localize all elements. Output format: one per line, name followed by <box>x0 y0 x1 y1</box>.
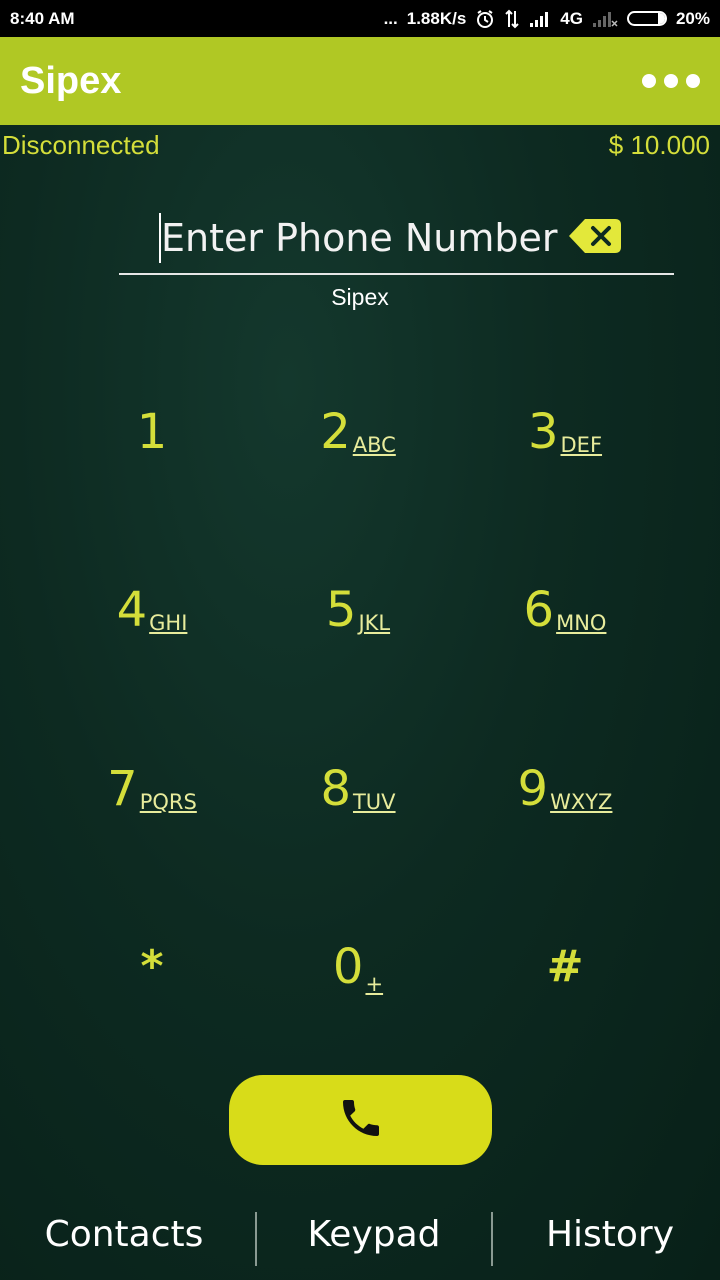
provider-label: Sipex <box>331 284 389 310</box>
key-hash[interactable]: # <box>465 912 665 1022</box>
key-letters: ABC <box>352 433 396 457</box>
key-letters: DEF <box>560 433 603 457</box>
tab-history[interactable]: History <box>492 1198 720 1270</box>
key-digit: 5 <box>325 582 357 638</box>
phone-number-input[interactable] <box>159 213 561 263</box>
status-bar: 8:40 AM ... 1.88K/s 4G 20% <box>0 0 720 37</box>
key-digit: * <box>140 941 164 992</box>
key-digit: 6 <box>523 582 555 638</box>
info-bar: Disconnected $ 10.000 <box>0 127 720 163</box>
key-digit: 0 <box>332 939 364 995</box>
more-dots: ... <box>383 8 398 28</box>
call-button[interactable] <box>229 1075 492 1165</box>
key-digit: 3 <box>527 404 559 460</box>
status-time: 8:40 AM <box>10 8 75 28</box>
signal-icon <box>529 10 551 28</box>
key-letters: MNO <box>556 611 607 635</box>
key-letters: JKL <box>358 611 391 635</box>
network-speed: 1.88K/s <box>406 8 467 28</box>
status-icons: ... 1.88K/s 4G 20% <box>384 9 710 29</box>
key-digit: 2 <box>320 404 351 460</box>
phone-number-field <box>119 205 674 275</box>
key-letters: GHI <box>149 611 188 635</box>
network-type: 4G <box>560 8 583 28</box>
data-transfer-icon <box>504 9 520 29</box>
key-3[interactable]: 3 DEF <box>465 377 665 487</box>
key-letters: TUV <box>352 790 396 814</box>
key-letters: + <box>365 972 384 996</box>
battery-icon <box>626 11 667 26</box>
key-digit: # <box>546 941 584 992</box>
phone-icon <box>337 1094 385 1147</box>
backspace-icon[interactable] <box>567 217 623 255</box>
bottom-nav: Contacts Keypad History <box>0 1198 720 1280</box>
key-5[interactable]: 5 JKL <box>258 555 458 665</box>
key-letters: WXYZ <box>550 790 613 814</box>
key-0[interactable]: 0 + <box>258 912 458 1022</box>
battery-percent: 20% <box>675 8 710 28</box>
overflow-menu-icon[interactable] <box>642 64 700 98</box>
key-star[interactable]: * <box>52 912 252 1022</box>
alarm-icon <box>475 9 495 29</box>
key-8[interactable]: 8 TUV <box>258 734 458 844</box>
key-7[interactable]: 7 PQRS <box>52 734 252 844</box>
key-digit: 4 <box>116 582 148 638</box>
connection-status: Disconnected <box>2 129 160 160</box>
tab-history-label: History <box>545 1213 675 1255</box>
tab-keypad[interactable]: Keypad <box>256 1198 492 1270</box>
balance: $ 10.000 <box>608 129 710 160</box>
key-digit: 7 <box>107 761 138 817</box>
app-title: Sipex <box>20 59 122 102</box>
key-digit: 9 <box>517 761 549 817</box>
key-1[interactable]: 1 <box>52 377 252 487</box>
tab-contacts[interactable]: Contacts <box>6 1198 242 1270</box>
key-2[interactable]: 2 ABC <box>258 377 458 487</box>
key-9[interactable]: 9 WXYZ <box>465 734 665 844</box>
key-6[interactable]: 6 MNO <box>465 555 665 665</box>
key-digit: 1 <box>136 404 168 460</box>
key-digit: 8 <box>320 761 351 817</box>
key-4[interactable]: 4 GHI <box>52 555 252 665</box>
tab-keypad-label: Keypad <box>307 1213 441 1255</box>
app-bar: Sipex <box>0 37 720 125</box>
signal-icon-sim2 <box>592 10 618 28</box>
key-letters: PQRS <box>139 790 197 814</box>
tab-contacts-label: Contacts <box>44 1213 204 1255</box>
